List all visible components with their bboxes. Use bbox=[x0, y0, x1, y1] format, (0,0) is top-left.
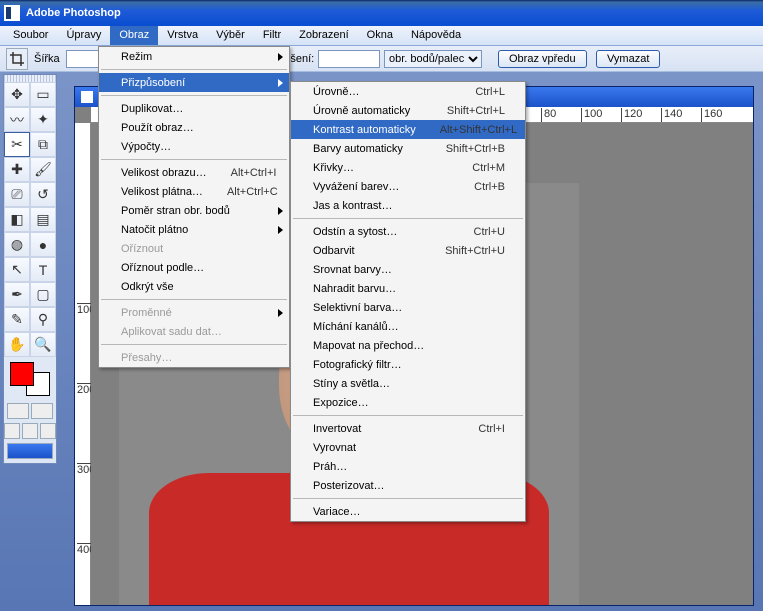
menu-napoveda[interactable]: Nápověda bbox=[402, 26, 470, 45]
menu-zobrazeni[interactable]: Zobrazení bbox=[290, 26, 358, 45]
menu-filtr[interactable]: Filtr bbox=[254, 26, 290, 45]
menuitem-odkryt-vse[interactable]: Odkrýt vše bbox=[99, 277, 289, 296]
path-tool[interactable]: ↖ bbox=[4, 257, 30, 282]
menuitem-velikost-obrazu[interactable]: Velikost obrazu…Alt+Ctrl+I bbox=[99, 163, 289, 182]
menuitem-vyvazeni-barev[interactable]: Vyvážení barev…Ctrl+B bbox=[291, 177, 525, 196]
app-icon bbox=[4, 5, 20, 21]
menuitem-aplikovat-sadu: Aplikovat sadu dat… bbox=[99, 322, 289, 341]
color-swatches[interactable] bbox=[10, 362, 50, 396]
menuitem-velikost-platna[interactable]: Velikost plátna…Alt+Ctrl+C bbox=[99, 182, 289, 201]
menuitem-promenne: Proměnné bbox=[99, 303, 289, 322]
title-bar: Adobe Photoshop bbox=[0, 0, 763, 26]
menu-vrstva[interactable]: Vrstva bbox=[158, 26, 207, 45]
menuitem-barvy-auto[interactable]: Barvy automatickyShift+Ctrl+B bbox=[291, 139, 525, 158]
clear-button[interactable]: Vymazat bbox=[596, 50, 660, 68]
menu-bar: Soubor Úpravy Obraz Vrstva Výběr Filtr Z… bbox=[0, 26, 763, 46]
heal-tool[interactable]: ✚ bbox=[4, 157, 30, 182]
blur-tool[interactable]: ◍ bbox=[4, 232, 30, 257]
menuitem-variace[interactable]: Variace… bbox=[291, 502, 525, 521]
menu-obraz[interactable]: Obraz bbox=[110, 26, 158, 45]
menuitem-vyrovnat[interactable]: Vyrovnat bbox=[291, 438, 525, 457]
menuitem-stiny-svetla[interactable]: Stíny a světla… bbox=[291, 374, 525, 393]
toolbox-grip[interactable] bbox=[4, 75, 56, 82]
menuitem-oriznout: Oříznout bbox=[99, 239, 289, 258]
move-tool[interactable]: ✥ bbox=[4, 82, 30, 107]
menuitem-invertovat[interactable]: InvertovatCtrl+I bbox=[291, 419, 525, 438]
menuitem-fotograficky-filtr[interactable]: Fotografický filtr… bbox=[291, 355, 525, 374]
menu-okna[interactable]: Okna bbox=[358, 26, 402, 45]
menuitem-mapovat-prechod[interactable]: Mapovat na přechod… bbox=[291, 336, 525, 355]
imageready-icon[interactable] bbox=[7, 443, 53, 459]
menuitem-pomer-stran[interactable]: Poměr stran obr. bodů bbox=[99, 201, 289, 220]
width-label: Šířka bbox=[34, 53, 60, 65]
pen-tool[interactable]: ✒ bbox=[4, 282, 30, 307]
menuitem-prizpusobeni[interactable]: Přizpůsobení bbox=[99, 73, 289, 92]
menuitem-vypocty[interactable]: Výpočty… bbox=[99, 137, 289, 156]
resolution-input[interactable] bbox=[318, 50, 380, 68]
type-tool[interactable]: T bbox=[30, 257, 56, 282]
lasso-tool[interactable]: 〰 bbox=[4, 107, 30, 132]
screen-mode-2-icon[interactable] bbox=[22, 423, 38, 439]
front-image-button[interactable]: Obraz vpředu bbox=[498, 50, 587, 68]
menuitem-nahradit-barvu[interactable]: Nahradit barvu… bbox=[291, 279, 525, 298]
foreground-color[interactable] bbox=[10, 362, 34, 386]
brush-tool[interactable]: 🖌 bbox=[30, 157, 56, 182]
toolbox: ✥ ▭ 〰 ✦ ✂ ⧉ ✚ 🖌 ⎚ ↺ ◧ ▤ ◍ ● ↖ T ✒ ▢ ✎ ⚲ … bbox=[3, 74, 57, 464]
stamp-tool[interactable]: ⎚ bbox=[4, 182, 30, 207]
menuitem-odbarvit[interactable]: OdbarvitShift+Ctrl+U bbox=[291, 241, 525, 260]
quickmask-mode-icon[interactable] bbox=[31, 403, 53, 419]
screen-mode-3-icon[interactable] bbox=[40, 423, 56, 439]
dodge-tool[interactable]: ● bbox=[30, 232, 56, 257]
menuitem-urovne-auto[interactable]: Úrovně automatickyShift+Ctrl+L bbox=[291, 101, 525, 120]
slice-tool[interactable]: ⧉ bbox=[30, 132, 56, 157]
menuitem-posterizovat[interactable]: Posterizovat… bbox=[291, 476, 525, 495]
hand-tool[interactable]: ✋ bbox=[4, 332, 30, 357]
crop-tool[interactable]: ✂ bbox=[4, 132, 30, 157]
menuitem-prah[interactable]: Práh… bbox=[291, 457, 525, 476]
crop-tool-icon[interactable] bbox=[6, 48, 28, 70]
menuitem-pouzit-obraz[interactable]: Použít obraz… bbox=[99, 118, 289, 137]
app-title: Adobe Photoshop bbox=[26, 7, 121, 19]
menuitem-kontrast-auto[interactable]: Kontrast automatickyAlt+Shift+Ctrl+L bbox=[291, 120, 525, 139]
standard-mode-icon[interactable] bbox=[7, 403, 29, 419]
dropdown-prizpusobeni: Úrovně…Ctrl+L Úrovně automatickyShift+Ct… bbox=[290, 81, 526, 522]
menuitem-urovne[interactable]: Úrovně…Ctrl+L bbox=[291, 82, 525, 101]
gradient-tool[interactable]: ▤ bbox=[30, 207, 56, 232]
menuitem-duplikovat[interactable]: Duplikovat… bbox=[99, 99, 289, 118]
shape-tool[interactable]: ▢ bbox=[30, 282, 56, 307]
menuitem-natocit-platno[interactable]: Natočit plátno bbox=[99, 220, 289, 239]
menu-soubor[interactable]: Soubor bbox=[4, 26, 57, 45]
dropdown-obraz: Režim Přizpůsobení Duplikovat… Použít ob… bbox=[98, 46, 290, 368]
menuitem-michani-kanalu[interactable]: Míchání kanálů… bbox=[291, 317, 525, 336]
menuitem-oriznout-podle[interactable]: Oříznout podle… bbox=[99, 258, 289, 277]
ruler-vertical: 100 200 300 400 bbox=[75, 123, 91, 605]
zoom-tool[interactable]: 🔍 bbox=[30, 332, 56, 357]
document-icon bbox=[81, 91, 93, 103]
menuitem-presahy: Přesahy… bbox=[99, 348, 289, 367]
menuitem-rezim[interactable]: Režim bbox=[99, 47, 289, 66]
units-select[interactable]: obr. bodů/palec bbox=[384, 50, 482, 68]
menuitem-odstin-sytost[interactable]: Odstín a sytost…Ctrl+U bbox=[291, 222, 525, 241]
eyedropper-tool[interactable]: ⚲ bbox=[30, 307, 56, 332]
menuitem-expozice[interactable]: Expozice… bbox=[291, 393, 525, 412]
history-brush-tool[interactable]: ↺ bbox=[30, 182, 56, 207]
notes-tool[interactable]: ✎ bbox=[4, 307, 30, 332]
eraser-tool[interactable]: ◧ bbox=[4, 207, 30, 232]
menuitem-jas-kontrast[interactable]: Jas a kontrast… bbox=[291, 196, 525, 215]
menu-vyber[interactable]: Výběr bbox=[207, 26, 254, 45]
screen-mode-1-icon[interactable] bbox=[4, 423, 20, 439]
menu-upravy[interactable]: Úpravy bbox=[57, 26, 110, 45]
menuitem-krivky[interactable]: Křivky…Ctrl+M bbox=[291, 158, 525, 177]
menuitem-selektivni-barva[interactable]: Selektivní barva… bbox=[291, 298, 525, 317]
wand-tool[interactable]: ✦ bbox=[30, 107, 56, 132]
marquee-tool[interactable]: ▭ bbox=[30, 82, 56, 107]
menuitem-srovnat-barvy[interactable]: Srovnat barvy… bbox=[291, 260, 525, 279]
